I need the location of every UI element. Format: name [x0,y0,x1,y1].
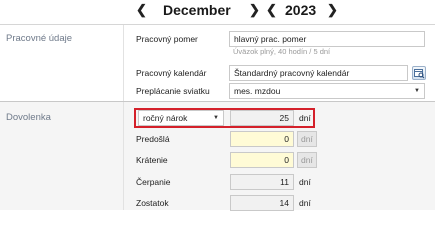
prev-month-button[interactable]: ❮ [136,0,147,20]
remaining-unit: dní [299,198,311,208]
previous-unit: dní [297,131,317,147]
section-divider [123,102,124,210]
calendar-field[interactable]: Štandardný pracovný kalendár [229,65,408,81]
calendar-value: Štandardný pracovný kalendár [234,68,350,78]
work-data-section: Pracovné údaje Pracovný pomer hlavný pra… [0,24,435,101]
holiday-select[interactable]: mes. mzdou ▼ [229,83,425,99]
employment-label: Pracovný pomer [136,34,198,44]
calendar-lookup-button[interactable] [412,66,426,80]
next-month-button[interactable]: ❯ [249,0,260,20]
month-title: December [163,2,231,18]
previous-input[interactable]: 0 [230,131,294,147]
chevron-down-icon: ▼ [213,115,219,121]
reduction-input[interactable]: 0 [230,152,294,168]
vacation-section-label: Dovolenka [6,112,51,123]
used-unit: dní [299,177,311,187]
calendar-label: Pracovný kalendár [136,68,207,78]
entitlement-type-select[interactable]: ročný nárok ▼ [138,110,224,126]
remaining-value: 14 [230,195,294,211]
work-data-section-label: Pracovné údaje [6,33,73,44]
calendar-lookup-icon [414,69,425,79]
section-divider [123,25,124,101]
next-year-button[interactable]: ❯ [327,0,338,20]
reduction-unit: dní [297,152,317,168]
employment-value: hlavný prac. pomer [234,34,307,44]
prev-year-button[interactable]: ❮ [266,0,277,20]
year-title: 2023 [285,2,317,18]
holiday-value: mes. mzdou [234,86,281,96]
holiday-label: Preplácanie sviatku [136,86,210,96]
used-value: 11 [230,174,294,190]
used-label: Čerpanie [136,177,171,187]
vacation-section: Dovolenka ročný nárok ▼ 25 dní Predošlá … [0,101,435,211]
remaining-label: Zostatok [136,198,169,208]
reduction-label: Krátenie [136,155,168,165]
previous-label: Predošlá [136,134,170,144]
employment-hint: Úväzok plný, 40 hodín / 5 dní [233,47,331,56]
entitlement-input[interactable]: 25 [230,110,294,126]
chevron-down-icon: ▼ [414,88,420,94]
employment-field[interactable]: hlavný prac. pomer [229,31,425,47]
entitlement-type-value: ročný nárok [143,113,188,123]
entitlement-unit: dní [299,113,311,123]
